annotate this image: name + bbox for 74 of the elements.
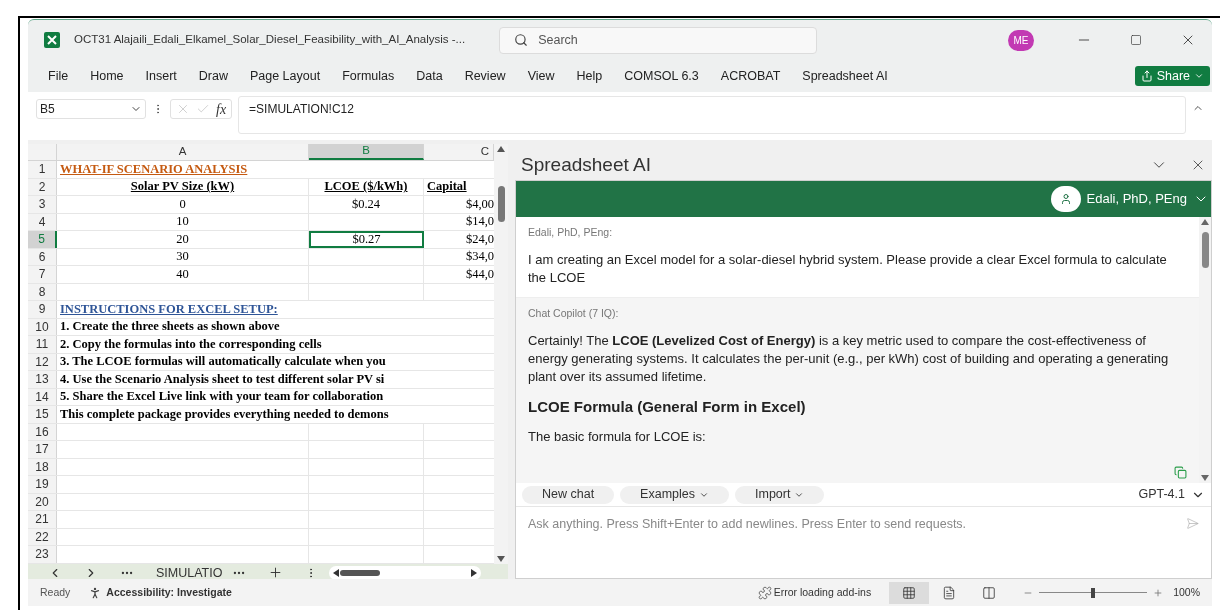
row-number[interactable]: 1 bbox=[28, 161, 57, 178]
ribbon-tab[interactable]: COMSOL 6.3 bbox=[624, 66, 699, 86]
column-header[interactable]: B bbox=[309, 144, 424, 160]
ribbon-tab[interactable]: Home bbox=[90, 66, 124, 86]
user-name[interactable]: Edali, PhD, PEng bbox=[1086, 189, 1187, 209]
accessibility-status[interactable]: Accessibility: Investigate bbox=[106, 584, 232, 601]
ribbon-tab[interactable]: Data bbox=[416, 66, 443, 86]
message-sender: Edali, PhD, PEng: bbox=[528, 225, 614, 240]
row-number[interactable]: 13 bbox=[28, 371, 57, 388]
share-button[interactable]: Share bbox=[1134, 66, 1210, 86]
user-avatar[interactable]: ME bbox=[1008, 29, 1034, 51]
row-number[interactable]: 15 bbox=[28, 406, 57, 423]
row-number[interactable]: 5 bbox=[28, 231, 57, 248]
row-number[interactable]: 7 bbox=[28, 266, 57, 283]
table-cell-text: 0 bbox=[179, 195, 186, 213]
panel-title: Spreadsheet AI bbox=[521, 152, 651, 177]
formula-field[interactable]: =SIMULATION!C12 bbox=[238, 96, 1186, 134]
table-cell-text: 30 bbox=[176, 248, 189, 266]
table-cell-text: $4,00 bbox=[465, 195, 494, 213]
chat-input-field[interactable]: Ask anything. Press Shift+Enter to add newlines. Press Enter to send requests. bbox=[516, 507, 1211, 578]
table-cell-text: 40 bbox=[176, 265, 189, 283]
cell-text: 3. The LCOE formulas will automatically calculate when you bbox=[60, 353, 386, 371]
insert-function-button[interactable]: fx bbox=[216, 98, 227, 120]
ribbon-tab[interactable]: Draw bbox=[198, 66, 228, 86]
row-number[interactable]: 3 bbox=[28, 196, 57, 213]
table-cell-text: Capital bbox=[427, 178, 467, 196]
window-title: OCT31 Alajaili_Edali_Elkamel_Solar_Diesel_Feasibility_with_AI_Analysis -... bbox=[74, 32, 466, 48]
table-cell-text: $44,0 bbox=[465, 265, 494, 283]
chat-action-button[interactable]: New chat bbox=[522, 485, 615, 504]
ribbon-tab[interactable]: Help bbox=[576, 66, 603, 86]
table-cell-text: 10 bbox=[176, 213, 189, 231]
add-ins-status[interactable]: Error loading add-ins bbox=[773, 584, 872, 601]
cell-text: 5. Share the Excel Live link with your team for collaboration bbox=[60, 388, 384, 406]
row-number[interactable]: 19 bbox=[28, 476, 57, 493]
message-text: I am creating an Excel model for a solar-diesel hybrid system. Please provide a clear Excel formula to calculate the LCOE bbox=[528, 250, 1168, 287]
zoom-level[interactable]: 100% bbox=[1173, 584, 1200, 601]
ribbon-tab[interactable]: Review bbox=[464, 66, 506, 86]
ribbon-tab[interactable]: File bbox=[48, 66, 69, 86]
cell-text: INSTRUCTIONS FOR EXCEL SETUP: bbox=[60, 300, 278, 318]
cell-text: 4. Use the Scenario Analysis sheet to test different solar PV si bbox=[60, 370, 385, 388]
row-number[interactable]: 17 bbox=[28, 441, 57, 458]
message-sender: Chat Copilot (7 IQ): bbox=[528, 305, 620, 321]
ribbon-tab[interactable]: Formulas bbox=[342, 66, 395, 86]
chat-action-button[interactable]: Examples bbox=[620, 485, 729, 504]
name-box[interactable]: B5 bbox=[36, 99, 146, 119]
ribbon-tab[interactable]: ACROBAT bbox=[720, 66, 781, 86]
table-cell-text: $34,0 bbox=[465, 248, 494, 266]
table-cell-text: LCOE ($/kWh) bbox=[324, 178, 408, 196]
message-text: The basic formula for LCOE is: bbox=[528, 428, 707, 446]
ribbon-tab[interactable]: View bbox=[527, 66, 555, 86]
table-cell-text: Solar PV Size (kW) bbox=[130, 178, 235, 196]
row-number[interactable]: 11 bbox=[28, 336, 57, 353]
table-cell-text: 20 bbox=[176, 230, 189, 248]
cell-text: 2. Copy the formulas into the corresponding cells bbox=[60, 335, 322, 353]
table-cell-text: $24,0 bbox=[465, 230, 494, 248]
table-cell-text: $14,0 bbox=[465, 213, 494, 231]
cell-text: WHAT-IF SCENARIO ANALYSIS bbox=[60, 160, 248, 178]
cell-text: 1. Create the three sheets as shown above bbox=[60, 318, 280, 336]
row-number[interactable]: 9 bbox=[28, 301, 57, 318]
table-cell-text: $0.24 bbox=[351, 195, 381, 213]
ribbon-tab[interactable]: Page Layout bbox=[249, 66, 321, 86]
cell-text: This complete package provides everything needed to demons bbox=[60, 405, 389, 423]
row-number[interactable]: 23 bbox=[28, 546, 57, 563]
chat-action-button[interactable]: Import bbox=[735, 485, 825, 504]
model-selector[interactable]: GPT-4.1 bbox=[1138, 485, 1205, 504]
search-field[interactable]: Search bbox=[499, 26, 818, 54]
response-heading: LCOE Formula (General Form in Excel) bbox=[528, 396, 807, 417]
ribbon-tab[interactable]: Insert bbox=[145, 66, 177, 86]
ribbon-tab[interactable]: Spreadsheet AI bbox=[802, 66, 888, 86]
message-text: Certainly! The LCOE (Levelized Cost of Energy) is a key metric used to compare the cost-effectiveness of energy generating systems. It calculates the per-unit (e.g., per kWh) cost of building and operating a generating plant over its assumed lifetime. bbox=[528, 331, 1170, 386]
sheet-tab[interactable]: SIMULATIO bbox=[156, 563, 223, 583]
status-text: Ready bbox=[40, 584, 71, 600]
row-number[interactable]: 21 bbox=[28, 511, 57, 528]
table-cell-text: $0.27 bbox=[352, 230, 381, 248]
